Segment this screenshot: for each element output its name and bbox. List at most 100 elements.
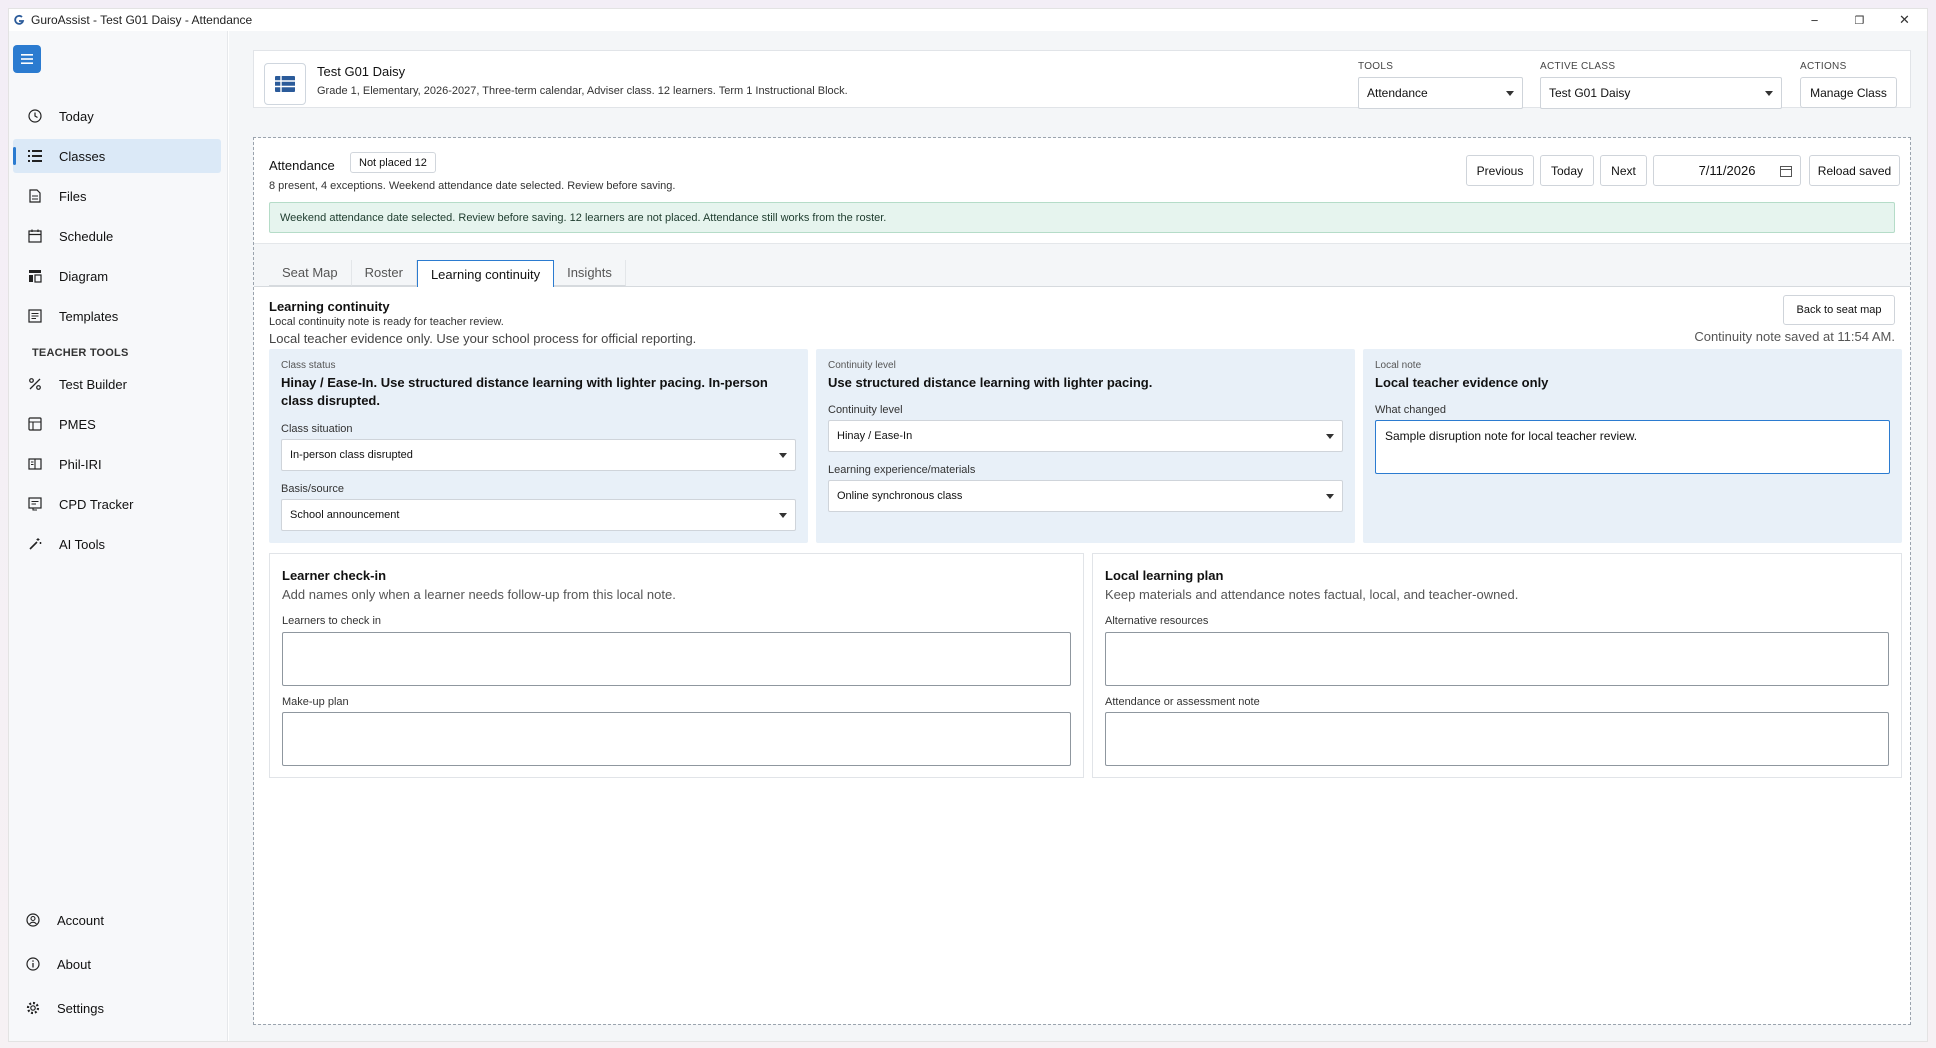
class-situation-label: Class situation [281,423,353,435]
back-to-seat-map-button[interactable]: Back to seat map [1783,295,1895,325]
sidebar: Today Classes Files Schedule Diagram Tem… [9,31,228,1041]
sidebar-item-label: AI Tools [59,536,106,552]
list-icon [27,148,43,164]
local-learning-plan-card: Local learning plan Keep materials and a… [1092,553,1902,778]
resources-textarea[interactable] [1105,632,1889,686]
basis-source-select[interactable]: School announcement [281,499,796,531]
clock-icon [27,108,43,124]
window-title: GuroAssist - Test G01 Daisy - Attendance [31,13,253,27]
makeup-plan-label: Make-up plan [282,696,349,708]
restore-button[interactable]: ❐ [1837,9,1882,31]
weekend-alert: Weekend attendance date selected. Review… [269,202,1895,233]
info-icon [25,956,41,972]
sidebar-item-today[interactable]: Today [13,99,221,133]
makeup-plan-textarea[interactable] [282,712,1071,766]
chevron-down-icon [1326,434,1334,439]
attendance-note-textarea[interactable] [1105,712,1889,766]
continuity-evidence-note: Local teacher evidence only. Use your sc… [269,331,697,346]
tab-roster[interactable]: Roster [351,260,417,286]
card-title: Learner check-in [282,568,387,583]
tab-seat-map[interactable]: Seat Map [269,260,352,286]
materials-select[interactable]: Online synchronous class [828,480,1343,512]
sidebar-item-label: Templates [59,308,119,324]
sidebar-item-templates[interactable]: Templates [13,299,221,333]
window-controls: − ❐ ✕ [1792,9,1927,31]
main-content: Test G01 Daisy Grade 1, Elementary, 2026… [229,31,1927,1041]
class-meta: Grade 1, Elementary, 2026-2027, Three-te… [317,85,848,97]
attendance-title: Attendance [269,158,335,173]
class-status-card: Class status Hinay / Ease-In. Use struct… [269,349,808,543]
card-value: Use structured distance learning with li… [828,375,1153,390]
manage-class-button[interactable]: Manage Class [1800,77,1897,108]
sidebar-item-label: Diagram [59,268,109,284]
learners-textarea[interactable] [282,632,1071,686]
learning-continuity-panel: Learning continuity Local continuity not… [254,287,1910,1024]
next-button[interactable]: Next [1600,155,1647,186]
sidebar-item-cpd-tracker[interactable]: CPD Tracker [13,487,221,521]
tracker-icon [27,496,43,512]
sidebar-item-ai-tools[interactable]: AI Tools [13,527,221,561]
sidebar-item-phil-iri[interactable]: Phil-IRI [13,447,221,481]
sidebar-item-account[interactable]: Account [13,903,221,937]
sidebar-item-classes[interactable]: Classes [13,139,221,173]
app-logo-icon [13,14,25,26]
sidebar-item-label: Test Builder [59,376,127,392]
not-placed-badge: Not placed 12 [350,152,436,173]
saved-timestamp: Continuity note saved at 11:54 AM. [1694,329,1895,344]
minimize-button[interactable]: − [1792,9,1837,31]
sidebar-item-label: Today [59,108,94,124]
local-note-card: Local note Local teacher evidence only W… [1363,349,1902,543]
active-class-select[interactable]: Test G01 Daisy [1540,77,1782,109]
class-name: Test G01 Daisy [317,64,406,79]
active-class-label: ACTIVE CLASS [1540,61,1616,72]
tools-select[interactable]: Attendance [1358,77,1523,109]
sidebar-item-pmes[interactable]: PMES [13,407,221,441]
attendance-frame: Attendance Not placed 12 8 present, 4 ex… [253,137,1911,1025]
reload-saved-button[interactable]: Reload saved [1809,155,1900,186]
chevron-down-icon [1765,91,1773,96]
hamburger-icon [21,54,33,64]
chevron-down-icon [779,513,787,518]
tools-label: TOOLS [1358,61,1394,72]
today-button[interactable]: Today [1540,155,1594,186]
sidebar-item-label: Schedule [59,228,114,244]
card-value: Local teacher evidence only [1375,375,1549,390]
date-value: 7/11/2026 [1698,163,1756,178]
tab-learning-continuity[interactable]: Learning continuity [416,260,555,287]
class-situation-select[interactable]: In-person class disrupted [281,439,796,471]
menu-toggle-button[interactable] [13,45,41,73]
card-key: Class status [281,360,336,371]
sidebar-item-schedule[interactable]: Schedule [13,219,221,253]
basis-source-value: School announcement [290,509,400,521]
bottom-nav: Account About Settings [13,903,221,1035]
close-button[interactable]: ✕ [1882,9,1927,31]
account-icon [25,912,41,928]
card-key: Continuity level [828,360,896,371]
sidebar-item-label: PMES [59,416,96,432]
what-changed-textarea[interactable]: Sample disruption note for local teacher… [1375,420,1890,474]
book-icon [27,456,43,472]
previous-button[interactable]: Previous [1466,155,1534,186]
active-class-value: Test G01 Daisy [1549,86,1631,100]
sidebar-item-label: Settings [57,1000,104,1016]
attendance-note-label: Attendance or assessment note [1105,696,1260,708]
wand-icon [27,536,43,552]
section-title: Learning continuity [269,299,390,314]
card-subtitle: Add names only when a learner needs foll… [282,587,676,602]
date-picker[interactable]: 7/11/2026 [1653,155,1801,186]
sidebar-item-test-builder[interactable]: Test Builder [13,367,221,401]
pmes-icon [27,416,43,432]
file-icon [27,188,43,204]
title-bar: GuroAssist - Test G01 Daisy - Attendance… [9,9,1927,31]
teacher-tools-heading: TEACHER TOOLS [32,347,129,359]
percent-icon [27,376,43,392]
continuity-level-select[interactable]: Hinay / Ease-In [828,420,1343,452]
attendance-toolbar: Attendance Not placed 12 8 present, 4 ex… [254,138,1910,244]
sidebar-item-files[interactable]: Files [13,179,221,213]
sidebar-item-settings[interactable]: Settings [13,991,221,1025]
continuity-level-value: Hinay / Ease-In [837,430,913,442]
sidebar-item-diagram[interactable]: Diagram [13,259,221,293]
sidebar-item-label: Classes [59,148,106,164]
tab-insights[interactable]: Insights [554,260,626,286]
sidebar-item-about[interactable]: About [13,947,221,981]
